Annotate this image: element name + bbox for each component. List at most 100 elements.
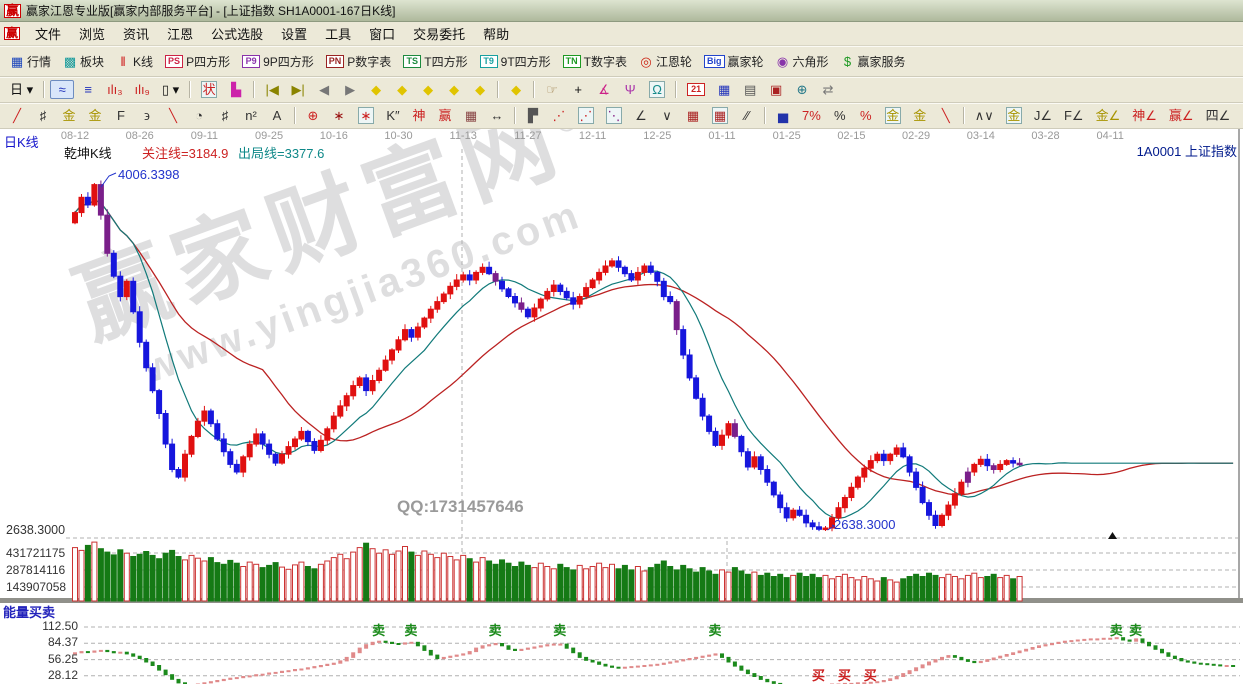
gold-circle-button[interactable]: 金 [880,105,906,126]
gold-underline-button[interactable]: 金 [908,106,932,125]
gann-wheel-button[interactable]: ◎江恩轮 [634,51,697,72]
zoom-all-diamond-button[interactable]: ◆ [468,80,492,99]
quote-info-button[interactable]: ≡ [76,80,100,99]
time-clock-button[interactable]: ◔ [187,106,211,125]
bars-3-button[interactable]: ılı₃ [102,80,127,99]
pattern-box-button[interactable]: 状 [196,79,222,100]
zoom-left-diamond-button[interactable]: ◆ [364,80,388,99]
menu-news[interactable]: 资讯 [114,22,158,45]
spiral-button[interactable]: ϶ [135,106,159,125]
pencil-lines-button[interactable]: ∠ [629,106,653,125]
shen-angle-button[interactable]: 神∠ [1127,106,1162,125]
winner-wheel-button[interactable]: Big赢家轮 [699,51,769,72]
indicator-candle [617,667,620,668]
hash-grid-button[interactable]: ♯ [213,106,237,125]
seven-percent-button[interactable]: 7% [797,106,826,125]
zigzag-v-button[interactable]: ∨ [655,106,679,125]
angle-a-button[interactable]: A [265,106,289,125]
crosshair-button[interactable]: + [566,80,590,99]
period-day-dropdown[interactable]: 日 ▾ [5,80,38,99]
9p-square-button[interactable]: P99P四方形 [237,51,319,72]
menu-file[interactable]: 文件 [26,22,70,45]
av-wave-button[interactable]: ∧∨ [970,106,999,125]
smart-analysis-button[interactable]: Ω [644,79,670,100]
color-histogram-button[interactable]: ▙ [224,80,248,99]
candle-style-dropdown[interactable]: ▯ ▾ [157,80,184,99]
red-grid-box-button[interactable]: ▦ [707,105,733,126]
menu-formula-stock-pick[interactable]: 公式选股 [202,22,272,45]
kline-chart-area[interactable]: 赢家财富网® www.yingjia360.com 卖卖卖卖卖卖卖买买买 08-… [0,129,1243,684]
star-burst-button[interactable]: ∗ [327,106,351,125]
menu-trade-entrust[interactable]: 交易委托 [404,22,474,45]
slash-lines-button[interactable]: ∕∕ [735,106,759,125]
gold-box-button[interactable]: 金 [1001,105,1027,126]
menu-settings[interactable]: 设置 [272,22,316,45]
first-bar-button[interactable]: |◀ [260,80,284,99]
f-grid-button[interactable]: F [109,106,133,125]
p-square-button[interactable]: PSP四方形 [160,51,235,72]
last-bar-button[interactable]: ▶| [286,80,310,99]
four-angle-button[interactable]: 四∠ [1201,106,1236,125]
bars-9-button[interactable]: ılı₉ [130,80,155,99]
market-quotes-button[interactable]: ▦行情 [5,51,56,72]
notes-button[interactable]: ▤ [738,80,762,99]
volume-bar [357,548,362,601]
gann-fan-button[interactable]: ⋰ [547,106,571,125]
histogram-button[interactable]: ▅ [771,106,795,125]
draw-pen2-button[interactable]: ╲ [161,106,185,125]
gold-grid2-button[interactable]: 金 [83,106,107,125]
calendar-button[interactable]: 21 [682,81,710,98]
p-number-table-button[interactable]: PNP数字表 [321,51,397,72]
zoom-x-diamond-button[interactable]: ◆ [442,80,466,99]
trend-overlay-button[interactable]: ≈ [50,80,74,99]
winner-service-button[interactable]: $赢家服务 [836,51,911,72]
angle-measure-button[interactable]: ∡ [592,80,616,99]
9t-square-button[interactable]: T99T四方形 [475,51,556,72]
crop-box-button[interactable]: ▛ [521,106,545,125]
k-quote-button[interactable]: K″ [381,106,405,125]
zoom-reset-diamond-button[interactable]: ◆ [504,80,528,99]
sectors-button[interactable]: ▩板块 [58,51,109,72]
grid-calendar-button[interactable]: ▦ [459,106,483,125]
calculator-button[interactable]: ▦ [712,80,736,99]
j-angle-button[interactable]: J∠ [1029,106,1057,125]
export-web-button[interactable]: ⊕ [790,80,814,99]
menu-gann[interactable]: 江恩 [158,22,202,45]
star-box-button[interactable]: ∗ [353,105,379,126]
gold-grid-button[interactable]: 金 [57,106,81,125]
draw-pen-button[interactable]: ╱ [5,106,29,125]
ying-tool-button[interactable]: 赢 [433,106,457,125]
menu-tools[interactable]: 工具 [316,22,360,45]
h-arrows-button[interactable]: ↔ [485,106,509,125]
red-grid-button[interactable]: ▦ [681,106,705,125]
f-angle-button[interactable]: F∠ [1059,106,1089,125]
percent-line-button[interactable]: % [854,106,878,125]
kline-button[interactable]: ǁK线 [111,51,158,72]
menu-window[interactable]: 窗口 [360,22,404,45]
volume-bar [299,562,304,601]
ying-angle-button[interactable]: 赢∠ [1164,106,1199,125]
gann-tool-button[interactable]: Ψ [618,80,642,99]
t-square-button[interactable]: TST四方形 [398,51,472,72]
menu-help[interactable]: 帮助 [474,22,518,45]
kline-chart-canvas[interactable]: 卖卖卖卖卖卖卖买买买 [0,129,1243,684]
export-pc-button[interactable]: ⇄ [816,80,840,99]
t-number-table-button[interactable]: TNT数字表 [558,51,632,72]
zoom-right-diamond-button[interactable]: ◆ [390,80,414,99]
percent-button[interactable]: % [828,106,852,125]
red-pen3-button[interactable]: ╲ [934,106,958,125]
next-bar-button[interactable]: ▶ [338,80,362,99]
shen-tool-button[interactable]: 神 [407,106,431,125]
gann-fan-box-button[interactable]: ⋰ [573,105,599,126]
gold-angle-button[interactable]: 金∠ [1091,106,1126,125]
prev-bar-button[interactable]: ◀ [312,80,336,99]
n-square-button[interactable]: n² [239,106,263,125]
hand-drag-button[interactable]: ☞ [540,80,564,99]
target-circle-button[interactable]: ⊕ [301,106,325,125]
menu-browse[interactable]: 浏览 [70,22,114,45]
gann-fan-box2-button[interactable]: ⋱ [601,105,627,126]
zoom-h-diamond-button[interactable]: ◆ [416,80,440,99]
hexagon-button[interactable]: ◉六角形 [771,51,834,72]
time-rail-button[interactable]: ♯ [31,106,55,125]
save-button[interactable]: ▣ [764,80,788,99]
